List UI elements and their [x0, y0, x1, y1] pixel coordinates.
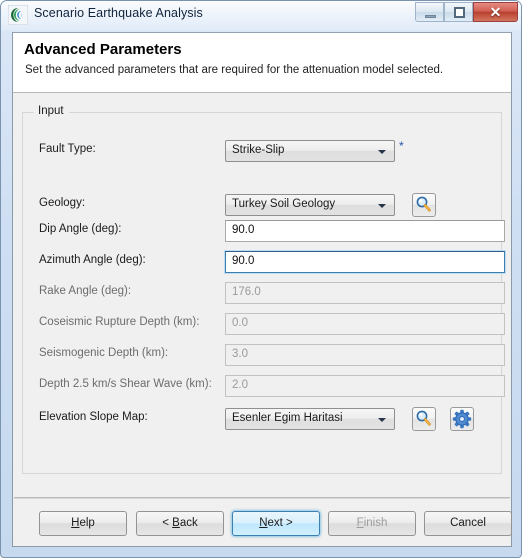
rake-angle-input: 176.0 [225, 282, 505, 304]
shear-wave-depth-label: Depth 2.5 km/s Shear Wave (km): [39, 378, 212, 390]
coseismic-rupture-depth-value: 0.0 [232, 317, 248, 329]
back-button-prefix: < [162, 517, 173, 529]
coseismic-rupture-depth-label: Coseismic Rupture Depth (km): [39, 316, 200, 328]
finish-button-suffix: inish [363, 517, 388, 529]
elevation-settings-button[interactable] [450, 407, 474, 431]
close-button[interactable]: ✕ [473, 2, 518, 22]
dialog-client-area: Advanced Parameters Set the advanced par… [12, 32, 512, 547]
elevation-slope-map-combo[interactable]: Esenler Egim Haritasi [225, 408, 395, 430]
minimize-button[interactable] [415, 2, 444, 22]
restore-button[interactable] [444, 2, 473, 22]
seismogenic-depth-input: 3.0 [225, 344, 505, 366]
help-button-suffix: elp [79, 517, 95, 529]
geology-browse-button[interactable] [412, 193, 436, 217]
group-border-left [22, 112, 34, 113]
chevron-down-icon [378, 150, 386, 154]
page-title: Advanced Parameters [24, 41, 182, 58]
cancel-button[interactable]: Cancel [424, 511, 512, 536]
close-icon: ✕ [489, 4, 502, 20]
form-row-fault-type: Fault Type: Strike-Slip * [13, 139, 511, 162]
form-row-geology: Geology: Turkey Soil Geology [13, 193, 511, 217]
back-button[interactable]: < Back [136, 511, 224, 536]
form-row-shear-wave-depth: Depth 2.5 km/s Shear Wave (km): 2.0 [13, 375, 511, 397]
next-button-suffix: ext > [267, 517, 293, 529]
geology-combo[interactable]: Turkey Soil Geology [225, 194, 395, 216]
fault-type-combo[interactable]: Strike-Slip [225, 140, 395, 162]
azimuth-angle-label: Azimuth Angle (deg): [39, 254, 146, 266]
input-group-legend: Input [35, 105, 67, 117]
title-bar[interactable]: Scenario Earthquake Analysis ✕ [1, 1, 522, 30]
minimize-icon [425, 15, 436, 18]
required-marker: * [399, 139, 404, 153]
shear-wave-depth-value: 2.0 [232, 379, 248, 391]
form-row-rake-angle: Rake Angle (deg): 176.0 [13, 282, 511, 304]
azimuth-angle-input[interactable]: 90.0 [225, 251, 505, 273]
form-row-dip-angle: Dip Angle (deg): 90.0 [13, 220, 511, 242]
group-border-right [69, 112, 502, 113]
chevron-down-icon [378, 418, 386, 422]
help-button[interactable]: Help [39, 511, 127, 536]
rake-angle-label: Rake Angle (deg): [39, 285, 132, 297]
next-button[interactable]: Next > [232, 511, 320, 536]
seismogenic-depth-label: Seismogenic Depth (km): [39, 347, 169, 359]
form-row-seismogenic-depth: Seismogenic Depth (km): 3.0 [13, 344, 511, 366]
fault-type-value: Strike-Slip [232, 144, 285, 156]
form-row-elevation-slope-map: Elevation Slope Map: Esenler Egim Harita… [13, 407, 511, 431]
elevation-browse-button[interactable] [412, 407, 436, 431]
dip-angle-value: 90.0 [232, 224, 255, 236]
elevation-slope-map-label: Elevation Slope Map: [39, 411, 148, 423]
seismic-waves-icon [7, 4, 29, 26]
dip-angle-input[interactable]: 90.0 [225, 220, 505, 242]
next-button-mnemonic: N [259, 517, 268, 529]
form-row-azimuth-angle: Azimuth Angle (deg): 90.0 [13, 251, 511, 273]
gear-icon [452, 409, 472, 429]
page-description: Set the advanced parameters that are req… [25, 64, 444, 76]
geology-value: Turkey Soil Geology [232, 198, 336, 210]
back-button-mnemonic: B [172, 517, 180, 529]
restore-icon [454, 7, 465, 18]
geology-label: Geology: [39, 197, 86, 209]
application-window: Scenario Earthquake Analysis ✕ Advanced … [0, 0, 522, 558]
fault-type-label: Fault Type: [39, 143, 96, 155]
chevron-down-icon [378, 204, 386, 208]
rake-angle-value: 176.0 [232, 286, 261, 298]
window-title: Scenario Earthquake Analysis [34, 6, 203, 20]
shear-wave-depth-input: 2.0 [225, 375, 505, 397]
coseismic-rupture-depth-input: 0.0 [225, 313, 505, 335]
wizard-footer: Help < Back Next > Finish Cancel [13, 499, 512, 546]
magnifier-icon [416, 196, 431, 212]
back-button-suffix: ack [179, 517, 198, 529]
azimuth-angle-value: 90.0 [232, 255, 255, 267]
seismogenic-depth-value: 3.0 [232, 348, 248, 360]
cancel-button-suffix: Cancel [450, 517, 486, 529]
finish-button: Finish [328, 511, 416, 536]
finish-button-mnemonic: F [356, 517, 364, 529]
elevation-slope-map-value: Esenler Egim Haritasi [232, 412, 343, 424]
form-row-coseismic-rupture-depth: Coseismic Rupture Depth (km): 0.0 [13, 313, 511, 335]
wizard-header: Advanced Parameters Set the advanced par… [13, 33, 511, 93]
magnifier-icon [416, 410, 431, 426]
dip-angle-label: Dip Angle (deg): [39, 223, 122, 235]
